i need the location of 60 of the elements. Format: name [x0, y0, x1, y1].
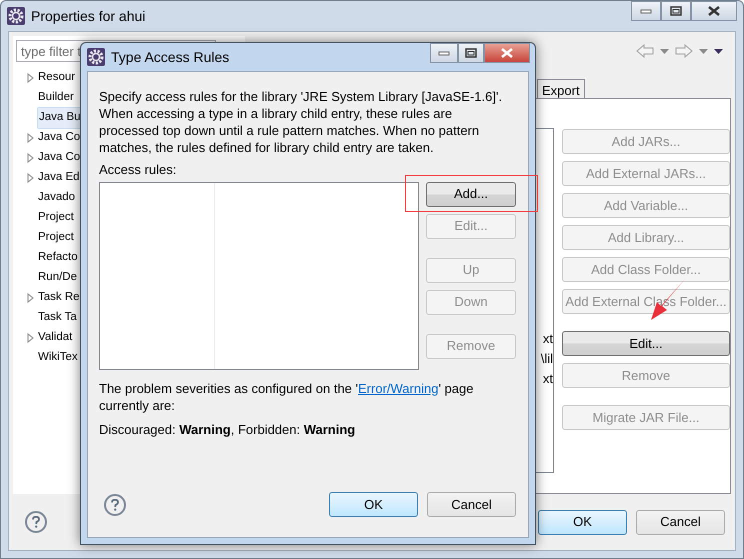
button[interactable]: Add...	[426, 182, 516, 206]
minimize-button[interactable]	[430, 43, 458, 63]
button[interactable]: OK	[538, 510, 627, 534]
list-item[interactable]: xt	[542, 329, 553, 349]
expand-icon[interactable]	[26, 153, 34, 163]
tree-item[interactable]: Builder	[37, 88, 75, 108]
maximize-button[interactable]	[458, 43, 484, 63]
button[interactable]: Edit...	[562, 331, 730, 356]
help-icon[interactable]	[25, 511, 47, 533]
tree-item[interactable]: Run/De	[37, 268, 78, 288]
tree-item[interactable]: Java Ed	[37, 168, 81, 188]
minimize-icon	[640, 8, 652, 14]
rules-label: Access rules:	[99, 161, 178, 179]
button[interactable]: Cancel	[636, 510, 725, 534]
maximize-icon	[670, 6, 682, 16]
tree-item[interactable]: Refacto	[37, 248, 79, 268]
gear-icon	[7, 7, 25, 25]
help-icon[interactable]	[104, 494, 126, 516]
tree-item[interactable]: Resour	[37, 68, 76, 88]
close-icon	[707, 6, 721, 16]
caret-icon[interactable]	[660, 48, 669, 54]
tree-item[interactable]: Javado	[37, 188, 76, 208]
button[interactable]: OK	[329, 492, 418, 517]
tree-item[interactable]: Task Re	[37, 288, 81, 308]
close-button[interactable]	[691, 1, 737, 21]
description-text: Specify access rules for the library 'JRE System Library [JavaSE-1.6]'. When accessing a type in a library child entry, these rules are processed top down until a rule pattern matches. When no pattern matches, the rules defined for library child entry are taken.	[99, 88, 504, 156]
question-glyph-icon	[32, 516, 40, 528]
back-arrow-icon[interactable]	[636, 44, 654, 58]
list-item[interactable]: xt	[542, 369, 553, 389]
question-glyph-icon	[111, 498, 119, 510]
button[interactable]: Cancel	[427, 492, 516, 517]
caret-icon[interactable]	[699, 48, 708, 54]
minimize-icon	[438, 50, 450, 56]
expand-icon[interactable]	[26, 293, 34, 303]
tree-item[interactable]: WikiTex	[37, 348, 79, 368]
tree-item[interactable]: Validat	[37, 328, 74, 348]
severity-text: Discouraged: Warning, Forbidden: Warning	[99, 420, 356, 439]
maximize-icon	[465, 48, 477, 58]
tree-item[interactable]: Java Co	[37, 128, 82, 148]
severity-note: The problem severities as configured on the 'Error/Warning' page currently are:	[99, 380, 474, 414]
tree-item[interactable]: Java Bu	[37, 107, 83, 129]
error-warning-link[interactable]: Error/Warning	[358, 380, 438, 396]
expand-icon[interactable]	[26, 173, 34, 183]
tree-item[interactable]: Project	[37, 208, 75, 228]
gear-icon	[87, 48, 105, 66]
window-title: Properties for ahui	[31, 6, 146, 26]
minimize-button[interactable]	[631, 1, 661, 21]
maximize-button[interactable]	[661, 1, 691, 21]
forward-arrow-icon[interactable]	[675, 44, 693, 58]
expand-icon[interactable]	[26, 333, 34, 343]
tree-item[interactable]: Project	[37, 228, 75, 248]
expand-icon[interactable]	[26, 133, 34, 143]
menu-caret-icon[interactable]	[714, 48, 723, 54]
expand-icon[interactable]	[26, 73, 34, 83]
close-icon	[500, 48, 514, 58]
dialog-title: Type Access Rules	[111, 48, 230, 67]
close-button[interactable]	[484, 43, 530, 63]
tree-item[interactable]: Java Co	[37, 148, 82, 168]
list-item[interactable]: \lil	[540, 349, 553, 369]
tree-item[interactable]: Task Ta	[37, 308, 78, 328]
